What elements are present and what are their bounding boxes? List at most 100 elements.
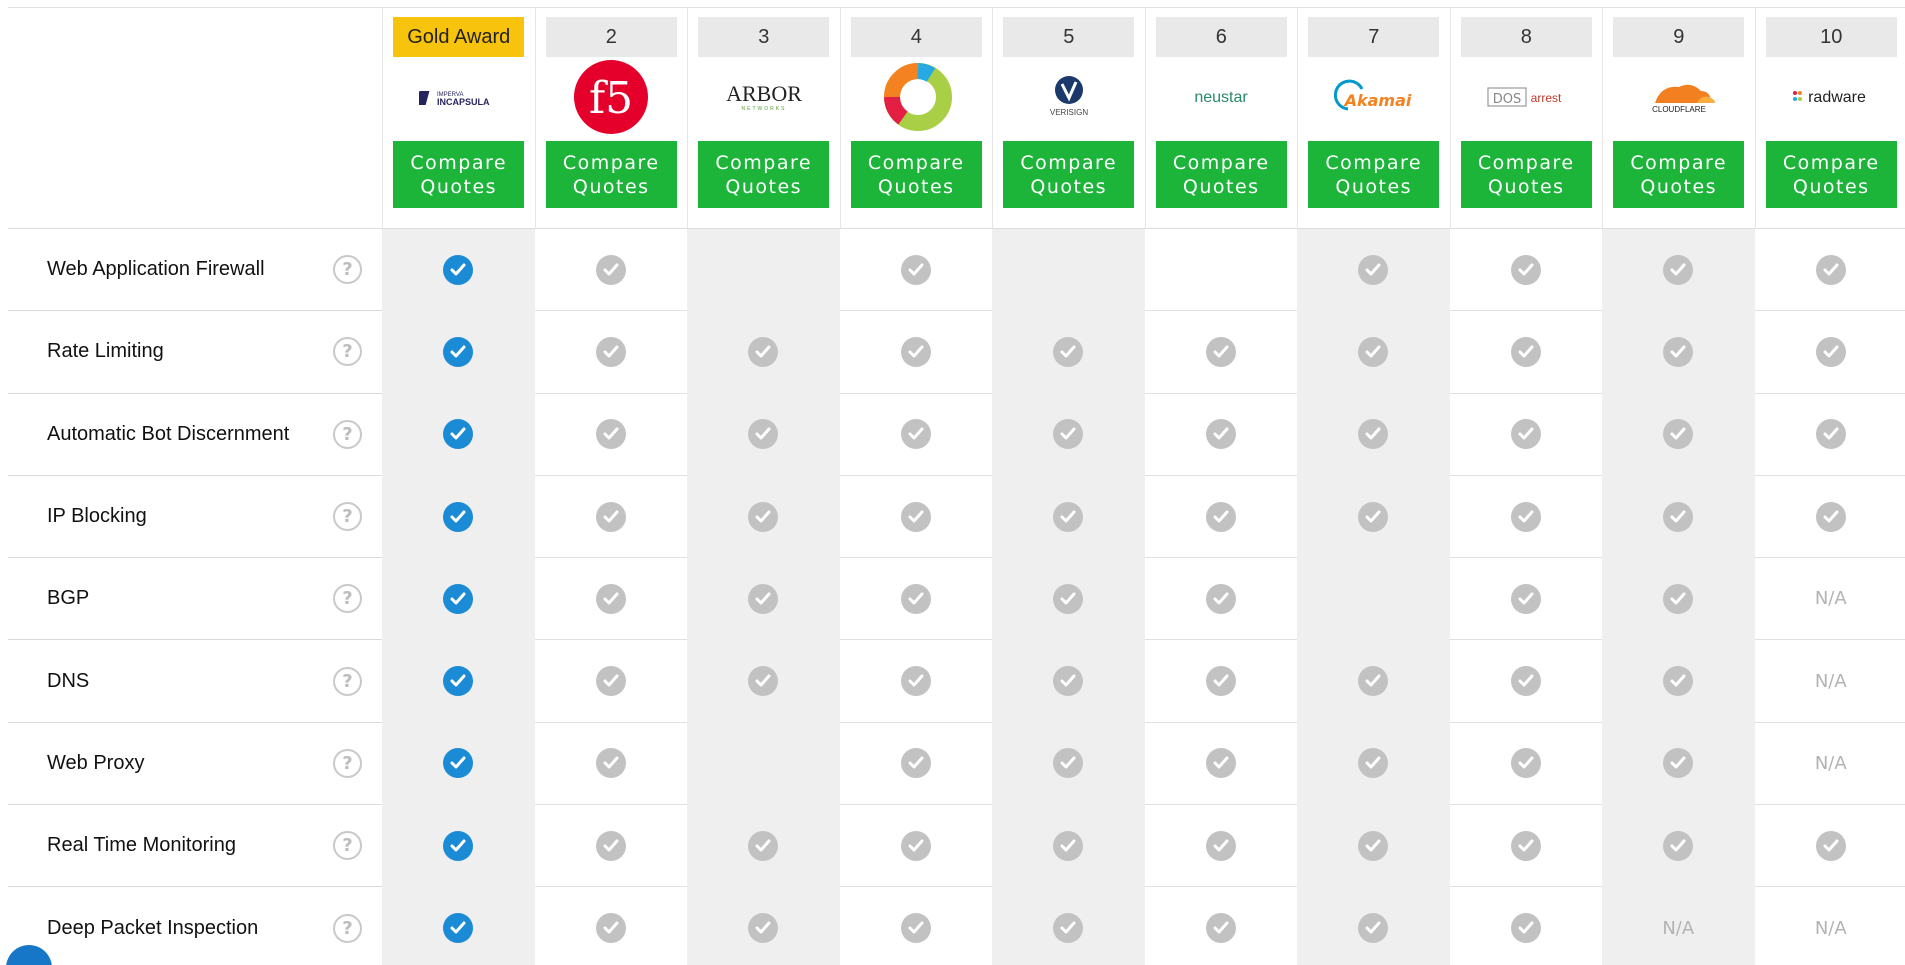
help-icon[interactable]: ? [333, 419, 362, 449]
check-icon [748, 583, 779, 614]
compare-quotes-button[interactable]: Compare Quotes [850, 141, 982, 208]
vendor-logo[interactable]: VERISIGN [1003, 57, 1134, 137]
check-icon [1205, 419, 1236, 450]
check-icon [1053, 501, 1084, 532]
feature-cell [534, 311, 687, 394]
gold-award-badge: Gold Award [393, 17, 525, 57]
vendor-logo[interactable]: ARBOR NETWORKS [698, 57, 829, 137]
check-icon [1815, 254, 1846, 285]
feature-row-label: IP Blocking? [8, 475, 382, 559]
help-icon[interactable]: ? [333, 748, 362, 778]
feature-cell [534, 805, 687, 888]
check-icon [1358, 336, 1389, 367]
help-icon[interactable]: ? [333, 913, 362, 943]
feature-cell [1450, 887, 1603, 965]
vendor-logo[interactable]: radware [1766, 57, 1897, 137]
check-icon [595, 501, 626, 532]
feature-cell [1602, 558, 1755, 641]
check-icon [1053, 336, 1084, 367]
help-icon[interactable]: ? [333, 502, 362, 532]
vendor-column-header: 10 radware Compare Quotes [1754, 8, 1905, 229]
vendor-logo[interactable]: neustar [1156, 57, 1287, 137]
vendor-logo[interactable] [851, 57, 982, 137]
feature-cell [534, 640, 687, 723]
feature-cell [1297, 558, 1450, 641]
feature-cell [992, 640, 1145, 723]
check-icon [1053, 666, 1084, 697]
feature-cell [1602, 393, 1755, 476]
check-icon [443, 913, 474, 944]
feature-cell [534, 394, 687, 476]
check-icon [595, 419, 626, 450]
feature-cell [839, 311, 992, 394]
feature-cell [1144, 476, 1297, 559]
feature-cell [1297, 229, 1450, 312]
feature-cell [1602, 640, 1755, 723]
svg-text:f5: f5 [589, 73, 633, 124]
help-icon[interactable]: ? [333, 584, 362, 614]
help-icon[interactable]: ? [333, 337, 362, 367]
feature-cell [1297, 640, 1450, 723]
feature-cell [839, 394, 992, 476]
check-icon [900, 583, 931, 614]
feature-cell [1144, 558, 1297, 641]
check-icon [1358, 830, 1389, 861]
vendor-logo[interactable]: f5 [546, 57, 677, 137]
comparison-table: Gold Award IMPERVA INCAPSULA Compare Quo… [8, 7, 1905, 965]
compare-quotes-button[interactable]: Compare Quotes [1155, 141, 1287, 208]
compare-quotes-button[interactable]: Compare Quotes [1003, 141, 1135, 208]
na-label: N/A [1814, 917, 1847, 939]
feature-cell [1754, 311, 1905, 394]
feature-cell [839, 640, 992, 723]
feature-cell [1602, 805, 1755, 888]
feature-row-label: Automatic Bot Discernment? [8, 393, 382, 476]
check-icon [443, 254, 474, 285]
compare-quotes-button[interactable]: Compare Quotes [1460, 141, 1592, 208]
feature-cell [382, 393, 535, 476]
feature-row-label: DNS? [8, 640, 382, 723]
check-icon [1053, 419, 1084, 450]
feature-cell [1602, 722, 1755, 806]
check-icon [595, 748, 626, 779]
feature-cell [382, 887, 535, 965]
feature-cell [1449, 723, 1602, 806]
check-icon [1510, 501, 1541, 532]
vendor-column-header: 8 DOS arrest Compare Quotes [1449, 8, 1602, 229]
na-label: N/A [1814, 588, 1847, 610]
check-icon [1358, 913, 1389, 944]
feature-cell [1449, 476, 1602, 559]
vendor-logo[interactable]: DOS arrest [1461, 57, 1592, 137]
compare-quotes-button[interactable]: Compare Quotes [1765, 141, 1897, 208]
feature-row-label: BGP? [8, 558, 382, 641]
help-icon[interactable]: ? [333, 255, 362, 285]
vendor-logo[interactable]: IMPERVA INCAPSULA [393, 57, 524, 137]
feature-cell [1602, 475, 1755, 559]
check-icon [900, 419, 931, 450]
check-icon [1663, 583, 1694, 614]
compare-quotes-button[interactable]: Compare Quotes [698, 141, 830, 208]
vendor-logo[interactable]: CLOUDFLARE [1613, 57, 1744, 137]
check-icon [748, 830, 779, 861]
compare-quotes-button[interactable]: Compare Quotes [1308, 141, 1440, 208]
check-icon [1205, 913, 1236, 944]
feature-cell [1297, 805, 1450, 888]
compare-quotes-button[interactable]: Compare Quotes [1613, 141, 1745, 208]
compare-quotes-button[interactable]: Compare Quotes [545, 141, 677, 208]
feature-row-label: Web Proxy? [8, 722, 382, 806]
check-icon [1663, 419, 1694, 450]
svg-text:VERISIGN: VERISIGN [1050, 108, 1088, 117]
help-icon[interactable]: ? [333, 666, 362, 696]
rank-badge: 7 [1308, 17, 1440, 57]
check-icon [1205, 336, 1236, 367]
feature-name: Deep Packet Inspection [47, 916, 259, 939]
feature-row-label: Rate Limiting? [8, 311, 382, 394]
compare-quotes-button[interactable]: Compare Quotes [393, 141, 525, 208]
feature-cell [839, 805, 992, 888]
feature-cell [534, 229, 687, 312]
feature-cell [1297, 887, 1450, 965]
check-icon [1358, 501, 1389, 532]
feature-cell: N/A [1602, 887, 1755, 965]
vendor-logo[interactable]: Akamai [1308, 57, 1439, 137]
feature-cell: N/A [1754, 723, 1905, 806]
help-icon[interactable]: ? [333, 831, 362, 861]
